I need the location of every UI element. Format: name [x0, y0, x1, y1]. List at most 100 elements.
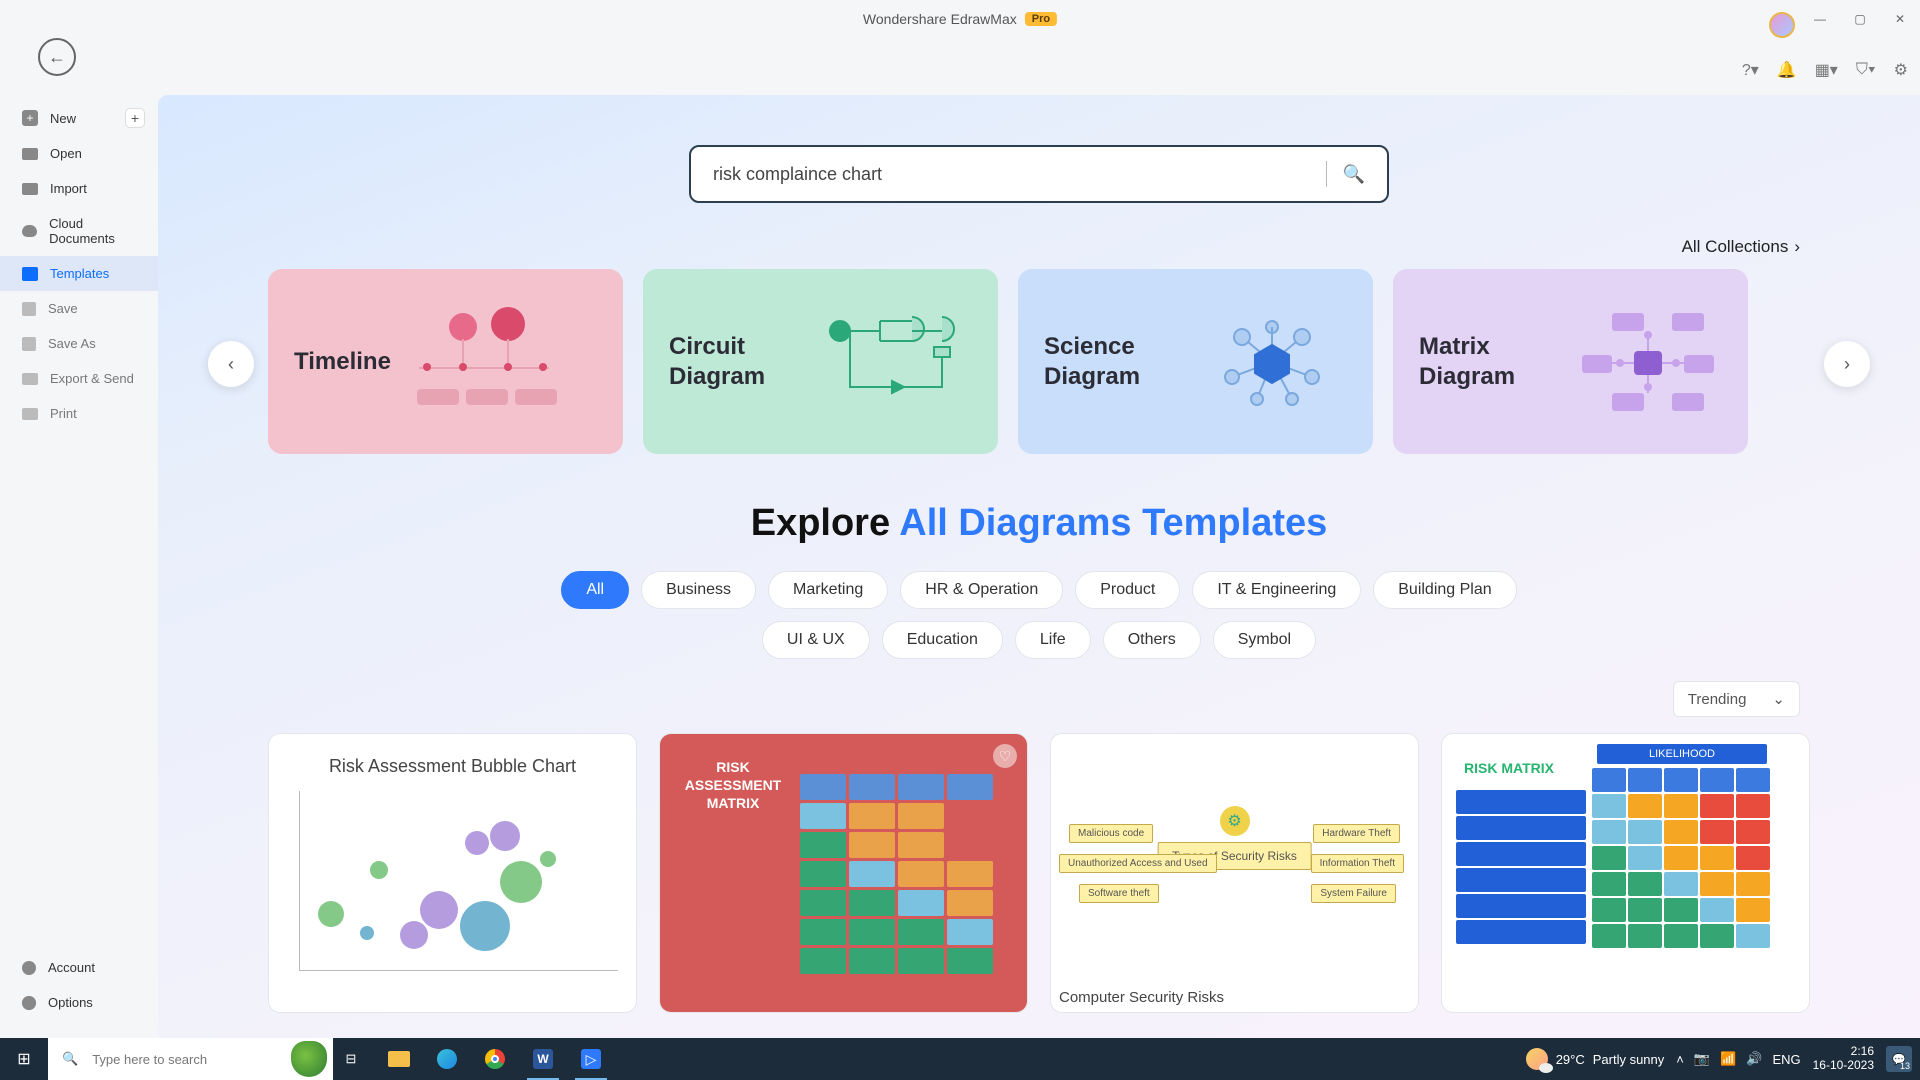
sidebar-item-account[interactable]: Account	[0, 950, 158, 985]
chrome-icon[interactable]	[471, 1038, 519, 1080]
tag-icon[interactable]: ⛉▾	[1856, 61, 1876, 79]
template-row: Risk Assessment Bubble Chart ♡ RISK ASSE…	[268, 733, 1810, 1013]
file-explorer-icon[interactable]	[375, 1038, 423, 1080]
explore-prefix: Explore	[751, 502, 900, 544]
import-icon	[22, 183, 38, 195]
search-icon[interactable]: 🔍	[1343, 164, 1365, 185]
plus-square-icon: +	[22, 110, 38, 126]
filter-pill-others[interactable]: Others	[1103, 621, 1201, 659]
new-plus-button[interactable]: +	[126, 109, 144, 127]
tray-chevron-icon[interactable]: ˄	[1676, 1052, 1684, 1067]
all-collections-link[interactable]: All Collections ›	[158, 237, 1800, 257]
clock[interactable]: 2:16 16-10-2023	[1813, 1045, 1874, 1073]
sort-dropdown[interactable]: Trending ⌄	[1673, 681, 1800, 717]
filter-pill-hr[interactable]: HR & Operation	[900, 571, 1063, 609]
sidebar-item-open[interactable]: Open	[0, 136, 158, 171]
template-card-matrix[interactable]: ♡ RISK ASSESSMENT MATRIX	[659, 733, 1028, 1013]
category-card-science[interactable]: Science Diagram	[1018, 269, 1373, 454]
print-icon	[22, 408, 38, 420]
template-caption: Computer Security Risks	[1059, 989, 1224, 1006]
grid-icon[interactable]: ▦▾	[1815, 60, 1838, 80]
language-indicator[interactable]: ENG	[1772, 1052, 1800, 1067]
template-card-security[interactable]: ⚙ Types of Security Risks Malicious code…	[1050, 733, 1419, 1013]
bubble-chart-graphic	[299, 791, 618, 971]
avatar[interactable]	[1769, 12, 1795, 38]
gear-lock-icon: ⚙	[1220, 806, 1250, 836]
search-box[interactable]: 🔍	[689, 145, 1389, 203]
settings-icon[interactable]: ⚙	[1894, 60, 1908, 80]
filter-pills: All Business Marketing HR & Operation Pr…	[539, 571, 1539, 659]
explore-highlight: All Diagrams Templates	[899, 502, 1327, 544]
sidebar-item-label: Print	[50, 406, 77, 421]
filter-pill-all[interactable]: All	[561, 571, 629, 609]
sidebar-item-saveas[interactable]: Save As	[0, 326, 158, 361]
word-icon[interactable]: W	[519, 1038, 567, 1080]
notification-count: 13	[1900, 1061, 1910, 1071]
sidebar-bottom: Account Options	[0, 950, 158, 1020]
severity-labels	[1456, 790, 1586, 944]
bell-icon[interactable]: 🔔	[1777, 60, 1797, 80]
category-card-circuit[interactable]: Circuit Diagram	[643, 269, 998, 454]
meet-now-icon[interactable]: 📷	[1694, 1051, 1710, 1067]
filter-pill-life[interactable]: Life	[1015, 621, 1091, 659]
sidebar-item-templates[interactable]: Templates	[0, 256, 158, 291]
taskbar-apps: ⊟ W ▷	[327, 1038, 615, 1080]
template-title: Risk Assessment Bubble Chart	[269, 756, 636, 777]
category-card-timeline[interactable]: Timeline	[268, 269, 623, 454]
sidebar-item-cloud[interactable]: Cloud Documents	[0, 206, 158, 256]
volume-icon[interactable]: 🔊	[1746, 1051, 1762, 1067]
filter-pill-symbol[interactable]: Symbol	[1213, 621, 1316, 659]
category-title: Circuit Diagram	[669, 332, 802, 392]
edrawmax-icon[interactable]: ▷	[567, 1038, 615, 1080]
filter-pill-product[interactable]: Product	[1075, 571, 1180, 609]
help-icon[interactable]: ?▾	[1742, 60, 1759, 80]
sidebar-item-export[interactable]: Export & Send	[0, 361, 158, 396]
sidebar-item-label: Export & Send	[50, 371, 134, 386]
templates-icon	[22, 267, 38, 281]
template-title: RISK ASSESSMENT MATRIX	[678, 758, 788, 813]
search-input[interactable]	[713, 164, 1310, 185]
category-prev-button[interactable]: ‹	[208, 341, 254, 387]
minimize-button[interactable]: —	[1800, 4, 1840, 34]
weather-temp: 29°C	[1556, 1052, 1585, 1067]
taskbar: ⊞ 🔍 Type here to search ⊟ W ▷ 29°C Partl…	[0, 1038, 1920, 1080]
template-card-bubble[interactable]: Risk Assessment Bubble Chart	[268, 733, 637, 1013]
category-next-button[interactable]: ›	[1824, 341, 1870, 387]
filter-pill-building[interactable]: Building Plan	[1373, 571, 1516, 609]
maximize-button[interactable]: ▢	[1840, 4, 1880, 34]
sidebar-item-print[interactable]: Print	[0, 396, 158, 431]
weather-widget[interactable]: 29°C Partly sunny	[1526, 1048, 1665, 1070]
filter-pill-business[interactable]: Business	[641, 571, 756, 609]
mindmap-node: System Failure	[1311, 884, 1396, 903]
mindmap-node: Software theft	[1079, 884, 1159, 903]
close-button[interactable]: ✕	[1880, 4, 1920, 34]
task-view-button[interactable]: ⊟	[327, 1038, 375, 1080]
wifi-icon[interactable]: 📶	[1720, 1051, 1736, 1067]
explore-heading: Explore All Diagrams Templates	[158, 502, 1920, 545]
app-title-text: Wondershare EdrawMax	[863, 11, 1017, 27]
sidebar-item-save[interactable]: Save	[0, 291, 158, 326]
mindmap-node: Malicious code	[1069, 824, 1153, 843]
filter-pill-uiux[interactable]: UI & UX	[762, 621, 870, 659]
chevron-right-icon: ›	[1794, 237, 1800, 257]
filter-pill-it[interactable]: IT & Engineering	[1192, 571, 1361, 609]
template-card-riskmatrix[interactable]: RISK MATRIX LIKELIHOOD	[1441, 733, 1810, 1013]
app-title: Wondershare EdrawMax Pro	[863, 11, 1057, 27]
filter-pill-marketing[interactable]: Marketing	[768, 571, 888, 609]
favorite-icon[interactable]: ♡	[993, 744, 1017, 768]
sidebar-item-label: New	[50, 111, 76, 126]
system-tray[interactable]: ˄ 📷 📶 🔊 ENG	[1676, 1051, 1800, 1067]
action-center-button[interactable]: 💬13	[1886, 1046, 1912, 1072]
filter-pill-education[interactable]: Education	[882, 621, 1003, 659]
sidebar-item-import[interactable]: Import	[0, 171, 158, 206]
category-title: Timeline	[294, 347, 391, 377]
sidebar-item-new[interactable]: + New +	[0, 100, 158, 136]
category-card-matrix[interactable]: Matrix Diagram	[1393, 269, 1748, 454]
start-button[interactable]: ⊞	[0, 1049, 48, 1069]
chevron-down-icon: ⌄	[1772, 690, 1785, 708]
sidebar-item-options[interactable]: Options	[0, 985, 158, 1020]
taskbar-search-placeholder: Type here to search	[92, 1052, 207, 1067]
edge-icon[interactable]	[423, 1038, 471, 1080]
back-button[interactable]: ←	[38, 38, 76, 76]
cloud-icon	[22, 225, 37, 237]
